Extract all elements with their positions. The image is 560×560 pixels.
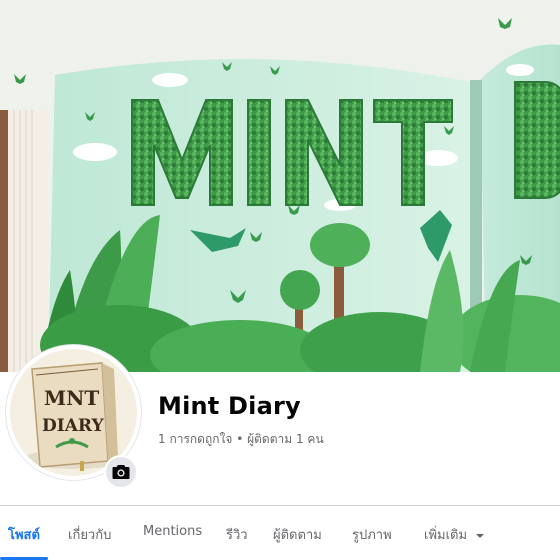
avatar-book-title-line1: MNT [44, 386, 99, 410]
avatar-book-title-line2: DIARY [42, 416, 104, 436]
tab-reviews[interactable]: รีวิว [226, 524, 248, 545]
tab-mentions[interactable]: Mentions [143, 524, 202, 539]
tab-about[interactable]: เกี่ยวกับ [68, 524, 111, 545]
caret-down-icon [476, 533, 485, 538]
likes-link[interactable]: 1 การกดถูกใจ [158, 432, 232, 446]
page-stats: 1 การกดถูกใจ • ผู้ติดตาม 1 คน [158, 430, 324, 449]
page-tabs: โพสต์ เกี่ยวกับ Mentions รีวิว ผู้ติดตาม… [0, 506, 560, 560]
cover-artwork [0, 0, 560, 372]
followers-link[interactable]: ผู้ติดตาม 1 คน [247, 432, 324, 446]
tab-photos[interactable]: รูปภาพ [352, 524, 392, 545]
update-profile-picture-button[interactable] [104, 455, 138, 489]
page-title: Mint Diary [158, 392, 301, 420]
stats-separator: • [232, 432, 248, 446]
tab-posts[interactable]: โพสต์ [8, 524, 40, 545]
cover-photo[interactable] [0, 0, 560, 372]
tab-more[interactable]: เพิ่มเติม [424, 524, 485, 545]
tab-more-label: เพิ่มเติม [424, 528, 468, 543]
tab-followers[interactable]: ผู้ติดตาม [273, 524, 322, 545]
camera-icon [112, 465, 130, 479]
